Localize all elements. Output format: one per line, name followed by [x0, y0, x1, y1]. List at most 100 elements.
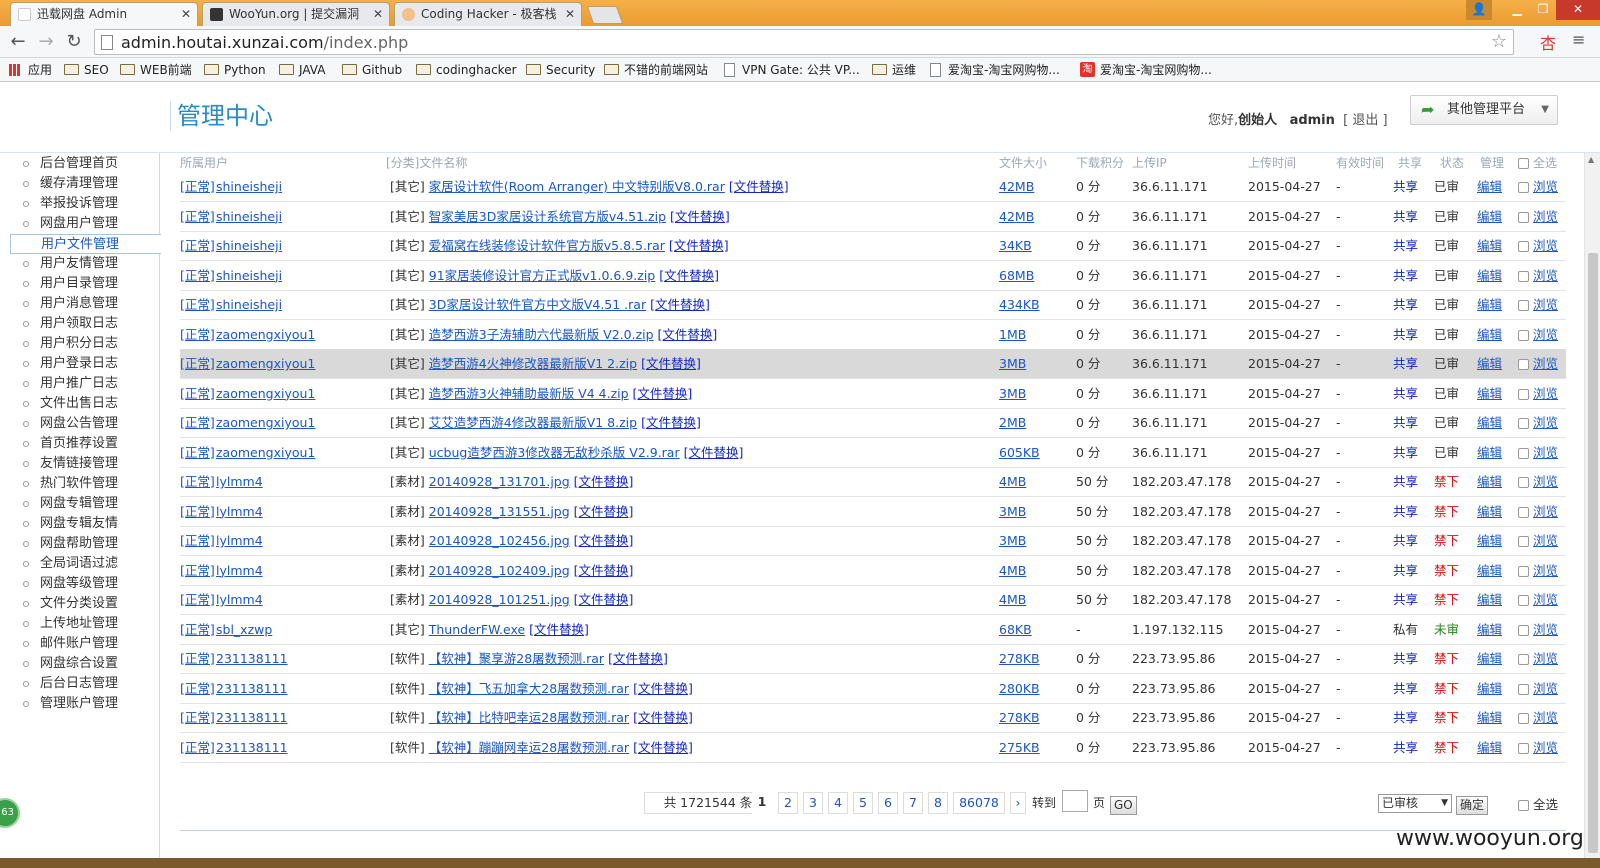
extension-icon[interactable]: 杏: [1540, 30, 1556, 54]
row-checkbox[interactable]: [1518, 270, 1529, 282]
user-link[interactable]: zaomengxiyou1: [216, 445, 315, 460]
replace-file-link[interactable]: [文件替换]: [641, 356, 701, 371]
share-toggle[interactable]: 共享: [1393, 563, 1418, 578]
goto-page-input[interactable]: [1062, 790, 1088, 812]
file-link[interactable]: 3D家居设计软件官方中文版V4.51 .rar: [429, 297, 646, 312]
status-tag-link[interactable]: [正常]: [180, 209, 215, 224]
user-link[interactable]: 231138111: [216, 681, 288, 696]
bookmark-taobao[interactable]: 淘爱淘宝-淘宝网购物...: [1080, 61, 1212, 79]
share-toggle[interactable]: 共享: [1393, 415, 1418, 430]
status-value[interactable]: 禁下: [1434, 467, 1459, 497]
replace-file-link[interactable]: [文件替换]: [574, 474, 634, 489]
user-link[interactable]: lylmm4: [216, 474, 263, 489]
minimize-icon[interactable]: ▁: [1504, 0, 1530, 20]
file-link[interactable]: 20140928_131551.jpg: [429, 504, 570, 519]
size-link[interactable]: 3MB: [999, 386, 1026, 401]
file-link[interactable]: ThunderFW.exe: [429, 622, 525, 637]
share-toggle[interactable]: 共享: [1393, 710, 1418, 725]
sidebar-item[interactable]: 文件分类设置: [14, 594, 160, 614]
share-toggle[interactable]: 共享: [1393, 297, 1418, 312]
row-checkbox[interactable]: [1518, 624, 1529, 636]
sidebar-item[interactable]: 上传地址管理: [14, 614, 160, 634]
replace-file-link[interactable]: [文件替换]: [608, 651, 668, 666]
bookmark-page[interactable]: VPN Gate: 公共 VP...: [722, 61, 860, 79]
sidebar-item[interactable]: 用户文件管理: [10, 234, 161, 254]
sidebar-item[interactable]: 友情链接管理: [14, 454, 160, 474]
replace-file-link[interactable]: [文件替换]: [574, 592, 634, 607]
window-close-icon[interactable]: ✕: [1556, 0, 1600, 20]
edit-link[interactable]: 编辑: [1477, 651, 1502, 666]
bookmark-folder[interactable]: Security: [526, 61, 595, 79]
edit-link[interactable]: 编辑: [1477, 622, 1502, 637]
edit-link[interactable]: 编辑: [1477, 445, 1502, 460]
file-link[interactable]: 20140928_131701.jpg: [429, 474, 570, 489]
file-link[interactable]: 造梦西游4火神修改器最新版V1 2.zip: [429, 356, 637, 371]
browse-link[interactable]: 浏览: [1533, 563, 1558, 578]
sidebar-item[interactable]: 文件出售日志: [14, 394, 160, 414]
file-link[interactable]: 造梦西游3子涛辅助六代最新版 V2.0.zip: [429, 327, 654, 342]
row-checkbox[interactable]: [1518, 300, 1529, 311]
new-tab-button[interactable]: [586, 6, 624, 24]
user-link[interactable]: 231138111: [216, 651, 288, 666]
address-bar[interactable]: admin.houtai.xunzai.com/index.php ☆: [94, 29, 1514, 55]
user-link[interactable]: shineisheji: [216, 297, 282, 312]
status-tag-link[interactable]: [正常]: [180, 622, 215, 637]
go-button[interactable]: GO: [1110, 796, 1137, 815]
share-toggle[interactable]: 共享: [1393, 504, 1418, 519]
page-link[interactable]: 3: [803, 792, 823, 814]
size-link[interactable]: 605KB: [999, 445, 1040, 460]
edit-link[interactable]: 编辑: [1477, 710, 1502, 725]
browse-link[interactable]: 浏览: [1533, 710, 1558, 725]
sidebar-item[interactable]: 管理账户管理: [14, 694, 160, 714]
select-all-checkbox[interactable]: [1518, 800, 1529, 811]
browse-link[interactable]: 浏览: [1533, 622, 1558, 637]
bookmark-folder[interactable]: Python: [204, 61, 266, 79]
status-value[interactable]: 禁下: [1434, 585, 1459, 615]
replace-file-link[interactable]: [文件替换]: [650, 297, 710, 312]
status-value[interactable]: 已审: [1434, 349, 1459, 379]
replace-file-link[interactable]: [文件替换]: [574, 533, 634, 548]
status-select[interactable]: 已审核 ▼: [1378, 794, 1452, 813]
browse-link[interactable]: 浏览: [1533, 740, 1558, 755]
replace-file-link[interactable]: [文件替换]: [633, 710, 693, 725]
edit-link[interactable]: 编辑: [1477, 415, 1502, 430]
user-link[interactable]: zaomengxiyou1: [216, 327, 315, 342]
replace-file-link[interactable]: [文件替换]: [659, 268, 719, 283]
status-tag-link[interactable]: [正常]: [180, 563, 215, 578]
status-tag-link[interactable]: [正常]: [180, 592, 215, 607]
status-value[interactable]: 已审: [1434, 261, 1459, 291]
file-link[interactable]: ucbug造梦西游3修改器无敌秒杀版 V2.9.rar: [429, 445, 680, 460]
user-link[interactable]: lylmm4: [216, 563, 263, 578]
file-link[interactable]: 20140928_102409.jpg: [429, 563, 570, 578]
browse-link[interactable]: 浏览: [1533, 238, 1558, 253]
edit-link[interactable]: 编辑: [1477, 327, 1502, 342]
row-checkbox[interactable]: [1518, 506, 1529, 518]
status-value[interactable]: 已审: [1434, 408, 1459, 438]
size-link[interactable]: 42MB: [999, 209, 1034, 224]
share-toggle[interactable]: 共享: [1393, 209, 1418, 224]
sidebar-item[interactable]: 网盘用户管理: [14, 214, 160, 234]
page-link[interactable]: 1: [752, 792, 772, 814]
status-value[interactable]: 已审: [1434, 231, 1459, 261]
sidebar-item[interactable]: 全局词语过滤: [14, 554, 160, 574]
replace-file-link[interactable]: [文件替换]: [529, 622, 589, 637]
edit-link[interactable]: 编辑: [1477, 533, 1502, 548]
row-checkbox[interactable]: [1518, 713, 1529, 724]
size-link[interactable]: 280KB: [999, 681, 1040, 696]
status-tag-link[interactable]: [正常]: [180, 386, 215, 401]
file-link[interactable]: 艾艾造梦西游4修改器最新版V1 8.zip: [429, 415, 637, 430]
share-toggle[interactable]: 私有: [1393, 622, 1418, 637]
edit-link[interactable]: 编辑: [1477, 474, 1502, 489]
sidebar-item[interactable]: 网盘专辑管理: [14, 494, 160, 514]
row-checkbox[interactable]: [1518, 565, 1529, 577]
row-checkbox[interactable]: [1518, 654, 1529, 665]
row-checkbox[interactable]: [1518, 182, 1529, 193]
user-link[interactable]: shineisheji: [216, 209, 282, 224]
share-toggle[interactable]: 共享: [1393, 592, 1418, 607]
restore-icon[interactable]: ❐: [1530, 0, 1556, 20]
size-link[interactable]: 68KB: [999, 622, 1032, 637]
status-tag-link[interactable]: [正常]: [180, 238, 215, 253]
row-checkbox[interactable]: [1518, 683, 1529, 695]
sidebar-item[interactable]: 网盘综合设置: [14, 654, 160, 674]
edit-link[interactable]: 编辑: [1477, 297, 1502, 312]
